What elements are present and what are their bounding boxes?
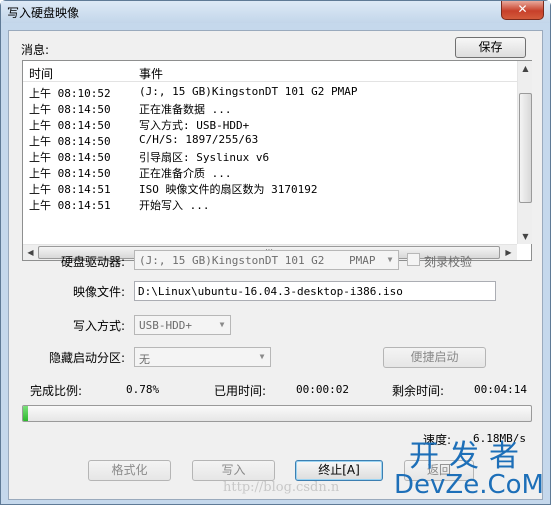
- progress-fill: [23, 406, 28, 421]
- write-button[interactable]: 写入: [192, 460, 275, 481]
- log-row: 上午 08:14:51 开始写入 ...: [23, 196, 517, 212]
- completion-label: 完成比例:: [30, 384, 83, 398]
- log-time: 上午 08:14:50: [29, 103, 111, 116]
- log-row: 上午 08:14:50 正在准备介质 ...: [23, 164, 517, 180]
- log-time: 上午 08:14:50: [29, 135, 111, 148]
- scroll-down-icon[interactable]: ▼: [518, 229, 533, 244]
- log-time: 上午 08:14:50: [29, 151, 111, 164]
- log-event: 写入方式: USB-HDD+: [139, 119, 250, 132]
- format-button[interactable]: 格式化: [88, 460, 171, 481]
- write-mode-value: USB-HDD+: [139, 319, 192, 332]
- verify-checkbox[interactable]: [407, 253, 420, 266]
- log-time: 上午 08:14:50: [29, 167, 111, 180]
- log-row: 上午 08:14:50 正在准备数据 ...: [23, 100, 517, 116]
- drive-select-suffix: PMAP: [349, 254, 376, 267]
- drive-select-value: (J:, 15 GB)KingstonDT 101 G2: [139, 254, 325, 267]
- log-event: 正在准备数据 ...: [139, 103, 232, 116]
- chevron-down-icon: ▼: [387, 255, 393, 264]
- write-disk-image-window: 写入硬盘映像 ✕ 消息: 保存 时间 事件 上午 08:10:52 (J:, 15…: [0, 0, 551, 505]
- log-event: ISO 映像文件的扇区数为 3170192: [139, 183, 318, 196]
- log-row: 上午 08:14:51 ISO 映像文件的扇区数为 3170192: [23, 180, 517, 196]
- log-row: 上午 08:14:50 引导扇区: Syslinux v6: [23, 148, 517, 164]
- title-bar: 写入硬盘映像 ✕: [1, 1, 550, 23]
- column-header-time[interactable]: 时间: [29, 65, 53, 82]
- messages-label: 消息:: [21, 43, 50, 57]
- hidden-partition-value: 无: [139, 353, 150, 366]
- log-event: 引导扇区: Syslinux v6: [139, 151, 270, 164]
- log-row: 上午 08:10:52 (J:, 15 GB)KingstonDT 101 G2 …: [23, 84, 517, 100]
- log-header: 时间 事件: [23, 61, 517, 82]
- log-time: 上午 08:10:52: [29, 87, 111, 100]
- scroll-up-icon[interactable]: ▲: [518, 61, 533, 76]
- column-header-event[interactable]: 事件: [139, 65, 163, 82]
- write-mode-label: 写入方式:: [73, 319, 126, 333]
- close-icon[interactable]: ✕: [501, 1, 544, 20]
- watermark-logo-top: 开发者: [409, 439, 529, 474]
- image-file-label: 映像文件:: [73, 285, 126, 299]
- write-mode-select[interactable]: USB-HDD+ ▼: [134, 315, 231, 335]
- vertical-scrollbar[interactable]: ▲ ▼: [517, 61, 532, 244]
- watermark-url: http://blog.csdn.n: [223, 480, 340, 495]
- log-row: 上午 08:14:50 写入方式: USB-HDD+: [23, 116, 517, 132]
- completion-value: 0.78%: [126, 383, 160, 396]
- drive-select[interactable]: (J:, 15 GB)KingstonDT 101 G2 PMAP ▼: [134, 250, 399, 270]
- remaining-label: 剩余时间:: [392, 384, 445, 398]
- image-file-field[interactable]: D:\Linux\ubuntu-16.04.3-desktop-i386.iso: [134, 281, 496, 301]
- devze-watermark-logo: 开发者 DevZe.CoM: [394, 439, 544, 500]
- log-time: 上午 08:14:51: [29, 199, 111, 212]
- hidden-partition-label: 隐藏启动分区:: [49, 351, 126, 365]
- log-time: 上午 08:14:50: [29, 119, 111, 132]
- dialog-body: 消息: 保存 时间 事件 上午 08:10:52 (J:, 15 GB)Kings…: [8, 30, 543, 500]
- log-row: 上午 08:14:50 C/H/S: 1897/255/63: [23, 132, 517, 148]
- chevron-down-icon: ▼: [259, 352, 265, 361]
- remaining-value: 00:04:14: [474, 383, 527, 396]
- elapsed-value: 00:00:02: [296, 383, 349, 396]
- save-button[interactable]: 保存: [455, 37, 526, 58]
- message-log[interactable]: 时间 事件 上午 08:10:52 (J:, 15 GB)KingstonDT 1…: [22, 60, 532, 261]
- hidden-partition-select[interactable]: 无 ▼: [134, 347, 271, 367]
- log-event: 开始写入 ...: [139, 199, 210, 212]
- log-event: 正在准备介质 ...: [139, 167, 232, 180]
- elapsed-label: 已用时间:: [214, 384, 267, 398]
- log-event: C/H/S: 1897/255/63: [139, 133, 259, 146]
- window-title: 写入硬盘映像: [7, 6, 80, 20]
- scroll-right-icon[interactable]: ▶: [501, 245, 516, 260]
- verify-label: 刻录校验: [424, 255, 473, 269]
- vertical-scroll-thumb[interactable]: [519, 93, 532, 203]
- progress-bar: [22, 405, 532, 422]
- quick-boot-button[interactable]: 便捷启动: [383, 347, 486, 368]
- log-event: (J:, 15 GB)KingstonDT 101 G2 PMAP: [139, 85, 358, 98]
- watermark-logo-bottom: DevZe.CoM: [394, 470, 544, 500]
- log-time: 上午 08:14:51: [29, 183, 111, 196]
- drive-label: 硬盘驱动器:: [61, 255, 126, 269]
- chevron-down-icon: ▼: [219, 320, 225, 329]
- scroll-left-icon[interactable]: ◀: [23, 245, 38, 260]
- abort-button[interactable]: 终止[A]: [295, 460, 383, 481]
- image-file-value: D:\Linux\ubuntu-16.04.3-desktop-i386.iso: [138, 285, 403, 298]
